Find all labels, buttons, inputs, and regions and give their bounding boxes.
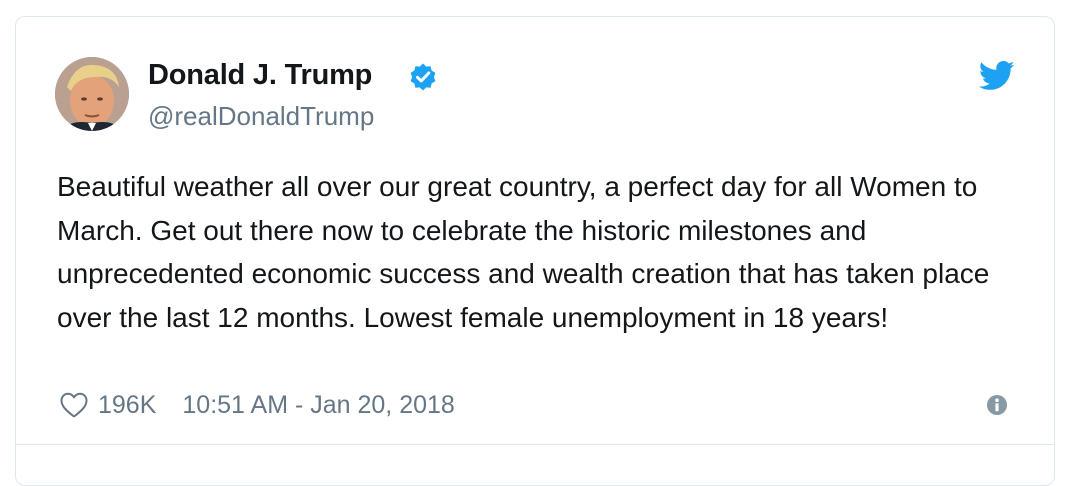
verified-badge-icon bbox=[410, 63, 436, 91]
twitter-bird-icon[interactable] bbox=[979, 61, 1015, 91]
heart-icon[interactable] bbox=[60, 392, 88, 418]
divider bbox=[16, 444, 1054, 445]
avatar[interactable] bbox=[55, 57, 129, 131]
timestamp[interactable]: 10:51 AM - Jan 20, 2018 bbox=[182, 391, 454, 420]
tweet-footer: 196K 10:51 AM - Jan 20, 2018 bbox=[60, 389, 455, 421]
avatar-image bbox=[55, 57, 129, 131]
info-icon[interactable] bbox=[986, 394, 1008, 416]
tweet-text: Beautiful weather all over our great cou… bbox=[57, 171, 990, 333]
author-name[interactable]: Donald J. Trump bbox=[148, 59, 372, 92]
like-count[interactable]: 196K bbox=[98, 391, 156, 420]
tweet-card[interactable]: Donald J. Trump @realDonaldTrump Beautif… bbox=[15, 16, 1055, 486]
author-handle[interactable]: @realDonaldTrump bbox=[148, 101, 374, 132]
